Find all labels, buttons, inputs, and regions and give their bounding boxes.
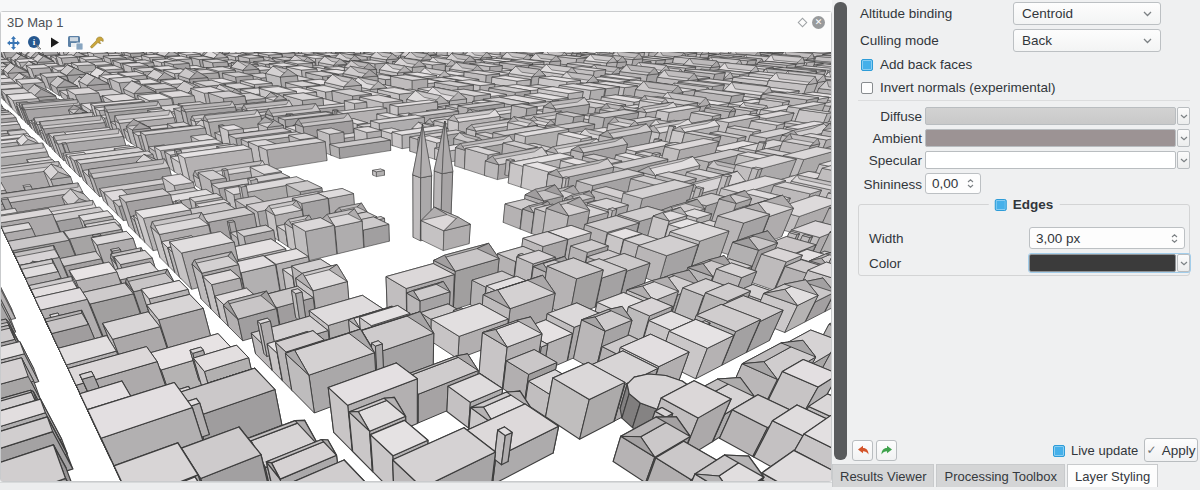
ambient-swatch (925, 129, 1176, 147)
diffuse-dropdown[interactable] (1177, 107, 1190, 125)
play-animation-icon[interactable] (48, 36, 61, 49)
apply-button[interactable]: ✓ Apply (1144, 438, 1198, 462)
spin-arrows[interactable] (967, 179, 974, 188)
bottom-dock-tabbar: Results Viewer Processing Toolbox Layer … (832, 464, 1200, 487)
separator (858, 100, 1190, 101)
edges-width-spinbox[interactable]: 3,00 px (1029, 227, 1185, 249)
invert-normals-checkbox[interactable]: Invert normals (experimental) (861, 80, 1056, 95)
edges-color-swatch (1029, 254, 1176, 272)
map-panel: 3D Map 1 ✕ i (0, 11, 832, 482)
altitude-binding-label: Altitude binding (860, 6, 952, 21)
edges-color-button[interactable] (1029, 254, 1190, 272)
map-toolbar: i (1, 33, 831, 52)
ambient-dropdown[interactable] (1177, 129, 1190, 147)
culling-mode-label: Culling mode (860, 33, 939, 48)
undo-style-button[interactable] (852, 440, 873, 461)
tab-results-viewer[interactable]: Results Viewer (832, 464, 934, 487)
statusbar-strip (0, 482, 832, 490)
identify-icon[interactable]: i (27, 35, 42, 50)
specular-label: Specular (852, 153, 922, 168)
undo-icon (856, 444, 870, 457)
shininess-label: Shininess (842, 177, 922, 192)
edges-groupbox: Edges Width Color 3,00 px (858, 204, 1190, 276)
redo-icon (880, 444, 894, 457)
diffuse-label: Diffuse (852, 109, 922, 124)
close-icon[interactable]: ✕ (812, 16, 825, 29)
configure-icon[interactable] (89, 35, 105, 50)
checkbox-checked-icon (1053, 445, 1065, 457)
vertical-scrollbar[interactable] (834, 2, 847, 460)
shininess-spinbox[interactable]: 0,00 (925, 173, 981, 194)
checkbox-checked-icon (861, 59, 873, 71)
tab-processing-toolbox[interactable]: Processing Toolbox (936, 464, 1065, 487)
map-3d-viewport[interactable] (1, 52, 831, 481)
save-image-icon[interactable] (67, 35, 83, 50)
redo-style-button[interactable] (876, 440, 897, 461)
diffuse-swatch (925, 107, 1176, 125)
checkbox-unchecked-icon (861, 82, 873, 94)
ambient-label: Ambient (852, 131, 922, 146)
altitude-binding-combo[interactable]: Centroid (1013, 2, 1161, 25)
diffuse-color-button[interactable] (925, 107, 1190, 125)
specular-dropdown[interactable] (1177, 151, 1190, 169)
ambient-color-button[interactable] (925, 129, 1190, 147)
chevron-down-icon (1143, 38, 1152, 44)
specular-swatch (925, 151, 1176, 169)
map-dock: 3D Map 1 ✕ i (0, 0, 832, 490)
top-strip (0, 0, 832, 11)
spin-arrows[interactable] (1171, 234, 1178, 243)
edges-color-dropdown[interactable] (1177, 254, 1190, 272)
tab-layer-styling[interactable]: Layer Styling (1067, 464, 1158, 487)
city-render (1, 52, 831, 481)
camera-control-icon[interactable] (6, 35, 21, 50)
float-icon[interactable] (798, 18, 808, 28)
qgis-window: 3D Map 1 ✕ i Altitude binding Ce (0, 0, 1200, 490)
chevron-down-icon (1143, 11, 1152, 17)
edges-checkbox-icon[interactable] (995, 199, 1007, 211)
live-update-checkbox[interactable]: Live update (1053, 443, 1138, 458)
map-title: 3D Map 1 (7, 15, 63, 30)
specular-color-button[interactable] (925, 151, 1190, 169)
check-icon: ✓ (1147, 443, 1157, 457)
edges-group-title[interactable]: Edges (989, 197, 1060, 212)
culling-mode-combo[interactable]: Back (1013, 29, 1161, 52)
edges-color-label: Color (869, 256, 901, 271)
add-back-faces-checkbox[interactable]: Add back faces (861, 57, 972, 72)
edges-width-label: Width (869, 231, 904, 246)
map-titlebar[interactable]: 3D Map 1 ✕ (1, 12, 831, 33)
layer-styling-panel: Altitude binding Centroid Culling mode B… (832, 0, 1200, 490)
